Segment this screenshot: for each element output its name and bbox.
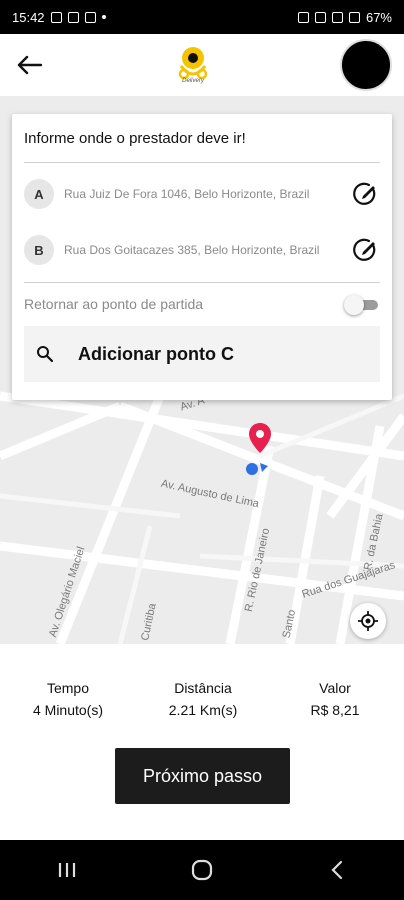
- search-icon: [37, 346, 54, 363]
- toggle-thumb: [344, 295, 364, 315]
- alarm-icon: [297, 11, 309, 23]
- system-back-button[interactable]: [307, 850, 367, 890]
- avatar[interactable]: [340, 39, 392, 91]
- home-button[interactable]: [172, 850, 232, 890]
- system-nav-bar: [0, 840, 404, 900]
- stop-letter: A: [24, 179, 54, 209]
- return-to-start-label: Retornar ao ponto de partida: [24, 296, 204, 312]
- price-stat: Valor R$ 8,21: [275, 678, 395, 720]
- time-value: 4 Minuto(s): [32, 702, 104, 718]
- stop-letter: B: [24, 235, 54, 265]
- mail-icon: [84, 11, 96, 23]
- price-value: R$ 8,21: [310, 702, 360, 718]
- destination-pin-icon[interactable]: [248, 422, 272, 454]
- wifi-icon: [331, 11, 343, 23]
- top-app-bar: Delivery: [0, 34, 404, 96]
- whatsapp-icon: [50, 11, 62, 23]
- divider: [24, 282, 380, 283]
- stop-a[interactable]: A Rua Juiz De Fora 1046, Belo Horizonte,…: [24, 166, 380, 222]
- status-bar: 15:42 67%: [0, 0, 404, 34]
- trip-summary-panel: Tempo 4 Minuto(s) Distância 2.21 Km(s) V…: [0, 644, 404, 840]
- app-logo: Delivery: [173, 46, 213, 84]
- edit-icon: [353, 238, 376, 261]
- logo-text: Delivery: [182, 78, 204, 84]
- stop-address: Rua Dos Goitacazes 385, Belo Horizonte, …: [64, 243, 320, 257]
- chevron-left-icon: [331, 860, 342, 880]
- edit-stop-a-button[interactable]: [350, 179, 380, 209]
- more-notifications-icon: [101, 15, 106, 19]
- distance-label: Distância: [174, 680, 232, 696]
- recenter-location-button[interactable]: [350, 603, 386, 639]
- location-icon: [314, 11, 326, 23]
- current-location-icon: [246, 463, 268, 475]
- time-label: Tempo: [46, 680, 90, 696]
- route-card: Informe onde o prestador deve ir! A Rua …: [12, 114, 392, 400]
- return-to-start-row: Retornar ao ponto de partida: [24, 291, 380, 317]
- signal-icon: [348, 11, 360, 23]
- return-to-start-toggle[interactable]: [344, 295, 380, 315]
- price-label: Valor: [319, 680, 351, 696]
- stop-address: Rua Juiz De Fora 1046, Belo Horizonte, B…: [64, 187, 310, 201]
- edit-stop-b-button[interactable]: [350, 235, 380, 265]
- crosshair-icon: [358, 611, 378, 631]
- stop-b[interactable]: B Rua Dos Goitacazes 385, Belo Horizonte…: [24, 222, 380, 278]
- gallery-icon: [67, 11, 79, 23]
- distance-stat: Distância 2.21 Km(s): [143, 678, 263, 720]
- add-point-button[interactable]: Adicionar ponto C: [24, 326, 380, 382]
- edit-icon: [353, 182, 376, 205]
- status-time: 15:42: [12, 9, 45, 25]
- add-point-label: Adicionar ponto C: [78, 343, 234, 364]
- distance-value: 2.21 Km(s): [168, 702, 238, 718]
- home-icon: [191, 859, 213, 881]
- recent-apps-button[interactable]: [37, 850, 97, 890]
- divider: [24, 162, 380, 163]
- battery-level: 67%: [365, 9, 392, 25]
- next-step-button[interactable]: Próximo passo: [115, 748, 290, 804]
- route-card-title: Informe onde o prestador deve ir!: [24, 130, 246, 147]
- back-button[interactable]: [12, 48, 46, 82]
- recent-apps-icon: [59, 863, 76, 877]
- time-stat: Tempo 4 Minuto(s): [8, 678, 128, 720]
- logo-pin-icon: [178, 47, 208, 80]
- arrow-left-icon: [17, 55, 42, 75]
